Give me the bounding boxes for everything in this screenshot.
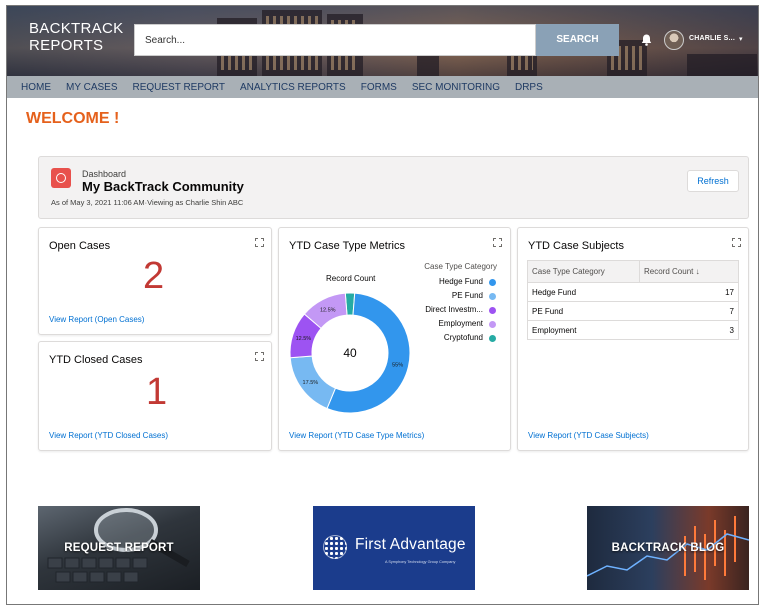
legend-item-cryptofund[interactable]: Cryptofund bbox=[403, 333, 483, 342]
donut-slice-label-direct-investment: 12.5% bbox=[296, 336, 312, 342]
nav-item-forms[interactable]: FORMS bbox=[361, 82, 397, 93]
expand-icon[interactable] bbox=[255, 352, 264, 361]
nav-item-analytics-reports[interactable]: ANALYTICS REPORTS bbox=[240, 82, 346, 93]
search-field[interactable] bbox=[134, 24, 536, 56]
legend-item-employment[interactable]: Employment bbox=[403, 319, 483, 328]
legend-title: Case Type Category bbox=[424, 262, 497, 271]
table-cell-category: Employment bbox=[527, 320, 640, 340]
nav-item-request-report[interactable]: REQUEST REPORT bbox=[133, 82, 225, 93]
request-report-tile[interactable]: REQUEST REPORT bbox=[38, 506, 200, 590]
dashboard-title: My BackTrack Community bbox=[82, 179, 244, 194]
closed-cases-value[interactable]: 1 bbox=[146, 371, 167, 414]
backtrack-blog-tile-label: BACKTRACK BLOG bbox=[611, 542, 725, 554]
user-name[interactable]: CHARLIE S... bbox=[689, 35, 735, 42]
first-advantage-logo-icon bbox=[323, 535, 347, 559]
legend-item-pe-fund[interactable]: PE Fund bbox=[403, 291, 483, 300]
open-cases-title: Open Cases bbox=[49, 240, 111, 252]
column-header-category[interactable]: Case Type Category bbox=[527, 260, 640, 283]
open-cases-card: Open Cases 2 View Report (Open Cases) bbox=[38, 227, 272, 335]
refresh-button[interactable]: Refresh bbox=[687, 170, 739, 192]
case-subjects-link[interactable]: View Report (YTD Case Subjects) bbox=[528, 431, 649, 440]
table-row[interactable]: Hedge Fund 17 bbox=[527, 282, 739, 302]
column-header-record-count[interactable]: Record Count ↓ bbox=[639, 260, 739, 283]
donut-chart: 55% 17.5% 12.5% 12.5% 40 bbox=[289, 292, 411, 414]
donut-slice-label-pe-fund: 17.5% bbox=[303, 380, 319, 386]
case-type-metrics-title: YTD Case Type Metrics bbox=[289, 240, 405, 252]
first-advantage-name: First Advantage bbox=[355, 536, 466, 553]
legend-item-direct-investment[interactable]: Direct Investm... bbox=[403, 305, 483, 314]
nav-item-home[interactable]: HOME bbox=[21, 82, 51, 93]
logo-line-1: BACKTRACK bbox=[29, 20, 124, 37]
table-cell-category: Hedge Fund bbox=[527, 282, 640, 302]
legend-item-hedge-fund[interactable]: Hedge Fund bbox=[403, 277, 483, 286]
record-count-label: Record Count bbox=[326, 274, 376, 283]
legend-dot-hedge-fund bbox=[489, 278, 496, 286]
closed-cases-card: YTD Closed Cases 1 View Report (YTD Clos… bbox=[38, 341, 272, 451]
avatar[interactable] bbox=[664, 30, 684, 50]
table-cell-category: PE Fund bbox=[527, 301, 640, 321]
open-cases-value[interactable]: 2 bbox=[143, 255, 164, 298]
donut-total: 40 bbox=[343, 346, 357, 360]
bell-icon[interactable] bbox=[641, 34, 652, 46]
dashboard-subtitle: As of May 3, 2021 11:06 AM·Viewing as Ch… bbox=[51, 198, 244, 207]
table-row[interactable]: Employment 3 bbox=[527, 320, 739, 340]
site-logo[interactable]: BACKTRACK REPORTS bbox=[29, 20, 123, 54]
expand-icon[interactable] bbox=[255, 238, 264, 247]
dashboard-gauge-icon bbox=[51, 168, 71, 188]
dashboard-header: Dashboard My BackTrack Community As of M… bbox=[38, 156, 749, 219]
open-cases-link[interactable]: View Report (Open Cases) bbox=[49, 315, 144, 324]
legend-dot-employment bbox=[489, 320, 496, 328]
expand-icon[interactable] bbox=[493, 238, 502, 247]
main-nav: HOME MY CASES REQUEST REPORT ANALYTICS R… bbox=[7, 76, 758, 98]
case-subjects-table: Case Type Category Record Count ↓ Hedge … bbox=[527, 260, 739, 340]
case-type-metrics-link[interactable]: View Report (YTD Case Type Metrics) bbox=[289, 431, 424, 440]
closed-cases-link[interactable]: View Report (YTD Closed Cases) bbox=[49, 431, 168, 440]
expand-icon[interactable] bbox=[732, 238, 741, 247]
table-cell-count: 7 bbox=[639, 301, 739, 321]
search-input[interactable] bbox=[135, 25, 535, 55]
case-subjects-card: YTD Case Subjects Case Type Category Rec… bbox=[517, 227, 749, 451]
page-frame: BACKTRACK REPORTS SEARCH CHARLIE S... ▾ … bbox=[6, 5, 759, 605]
table-cell-count: 17 bbox=[639, 282, 739, 302]
donut-slice-label-hedge-fund: 55% bbox=[392, 362, 403, 368]
dashboard-kicker: Dashboard bbox=[82, 169, 127, 179]
closed-cases-title: YTD Closed Cases bbox=[49, 354, 143, 366]
logo-line-2: REPORTS bbox=[29, 37, 104, 54]
legend-dot-direct-investment bbox=[489, 306, 496, 314]
legend-dot-cryptofund bbox=[489, 334, 496, 342]
first-advantage-tagline: A Symphony Technology Group Company bbox=[385, 560, 456, 564]
case-subjects-title: YTD Case Subjects bbox=[528, 240, 624, 252]
search-button[interactable]: SEARCH bbox=[536, 24, 619, 56]
header-banner: BACKTRACK REPORTS SEARCH CHARLIE S... ▾ bbox=[7, 6, 758, 76]
welcome-heading: WELCOME ! bbox=[26, 110, 120, 127]
header-building bbox=[687, 54, 757, 76]
caret-down-icon[interactable]: ▾ bbox=[739, 35, 743, 43]
case-type-metrics-card: YTD Case Type Metrics Record Count 55% 17… bbox=[278, 227, 511, 451]
legend-dot-pe-fund bbox=[489, 292, 496, 300]
donut-slice-label-employment: 12.5% bbox=[320, 307, 336, 313]
nav-item-sec-monitoring[interactable]: SEC MONITORING bbox=[412, 82, 500, 93]
first-advantage-tile[interactable]: First Advantage A Symphony Technology Gr… bbox=[313, 506, 475, 590]
request-report-tile-label: REQUEST REPORT bbox=[64, 542, 174, 554]
table-row[interactable]: PE Fund 7 bbox=[527, 301, 739, 321]
nav-item-my-cases[interactable]: MY CASES bbox=[66, 82, 118, 93]
backtrack-blog-tile[interactable]: BACKTRACK BLOG bbox=[587, 506, 749, 590]
table-header-row: Case Type Category Record Count ↓ bbox=[527, 260, 739, 283]
table-cell-count: 3 bbox=[639, 320, 739, 340]
nav-item-drps[interactable]: DRPS bbox=[515, 82, 543, 93]
